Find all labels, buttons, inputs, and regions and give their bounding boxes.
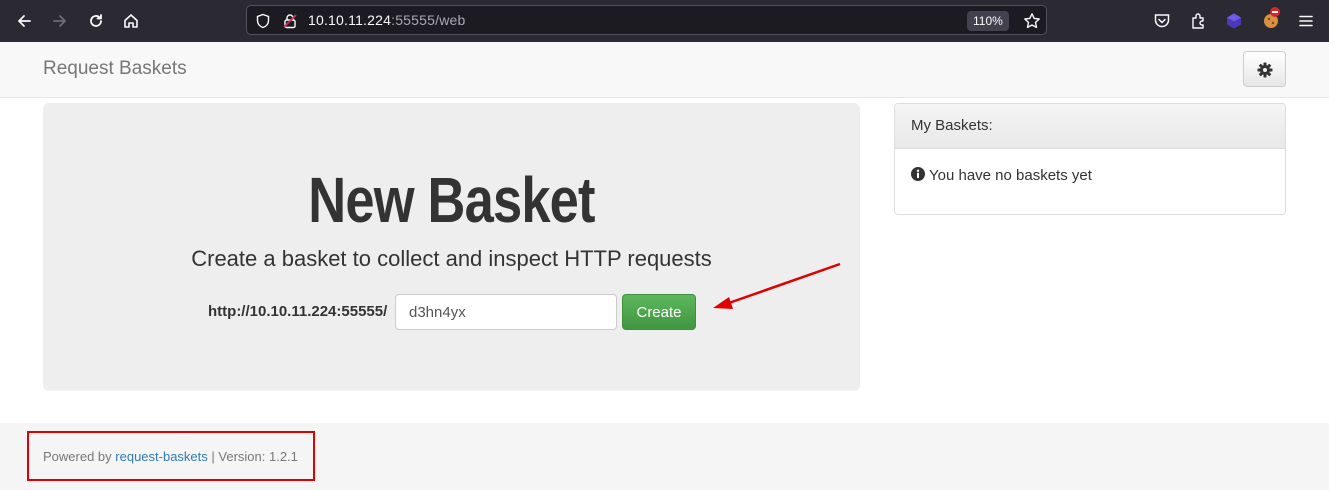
url-text[interactable]: 10.10.11.224:55555/web: [308, 12, 466, 28]
panel-body: You have no baskets yet: [895, 149, 1285, 202]
settings-button[interactable]: [1243, 51, 1286, 87]
reload-icon[interactable]: [84, 9, 108, 33]
info-icon: [911, 167, 925, 181]
my-baskets-panel: My Baskets: You have no baskets yet: [894, 103, 1286, 215]
menu-icon[interactable]: [1297, 12, 1315, 30]
panel-heading: My Baskets:: [895, 104, 1285, 149]
forward-icon[interactable]: [48, 9, 72, 33]
extension-cube-icon[interactable]: [1225, 12, 1243, 30]
extension-cookie-icon[interactable]: [1261, 6, 1283, 32]
create-button[interactable]: Create: [622, 294, 696, 330]
brand-title[interactable]: Request Baskets: [43, 58, 187, 80]
page-subtitle: Create a basket to collect and inspect H…: [191, 246, 712, 271]
gear-icon: [1257, 62, 1273, 78]
basket-url-prefix: http://10.10.11.224:55555/: [208, 303, 388, 320]
shield-icon[interactable]: [255, 13, 271, 29]
app-navbar: Request Baskets: [0, 42, 1329, 98]
url-path: :55555/web: [391, 12, 466, 28]
back-icon[interactable]: [12, 9, 36, 33]
basket-name-input[interactable]: [395, 294, 617, 330]
extensions-icon[interactable]: [1190, 12, 1208, 30]
pocket-icon[interactable]: [1153, 12, 1171, 30]
insecure-lock-icon[interactable]: [282, 13, 298, 29]
home-icon[interactable]: [119, 9, 143, 33]
bookmark-star-icon[interactable]: [1023, 12, 1041, 30]
browser-toolbar: 10.10.11.224:55555/web 110%: [0, 0, 1329, 43]
address-bar[interactable]: 10.10.11.224:55555/web 110%: [246, 5, 1047, 35]
url-host: 10.10.11.224: [308, 12, 392, 28]
empty-baskets-message: You have no baskets yet: [929, 167, 1092, 184]
annotation-highlight-box: [27, 431, 315, 481]
zoom-level-badge[interactable]: 110%: [967, 11, 1009, 31]
new-basket-jumbotron: New Basket Create a basket to collect an…: [43, 103, 860, 391]
page-title: New Basket: [308, 164, 595, 236]
